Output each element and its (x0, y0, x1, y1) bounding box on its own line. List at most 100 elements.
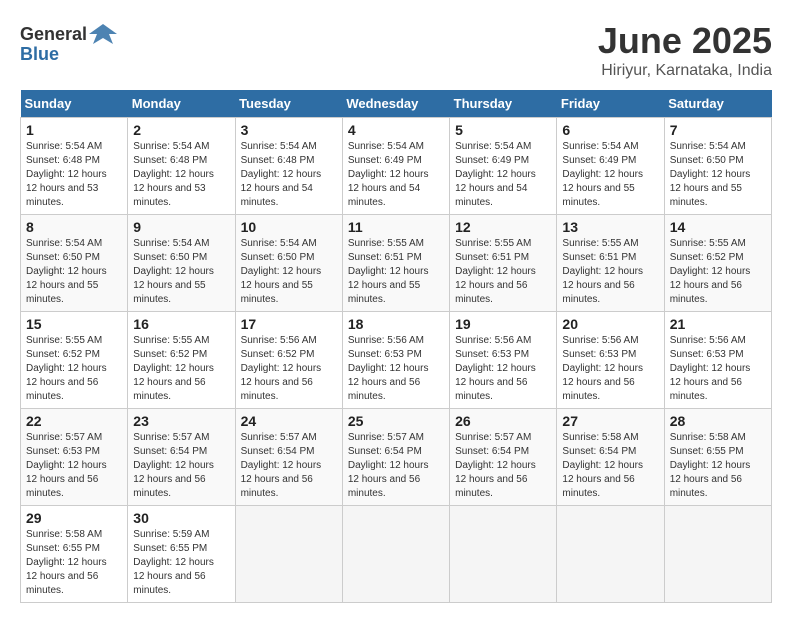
calendar-week-row: 1 Sunrise: 5:54 AMSunset: 6:48 PMDayligh… (21, 118, 772, 215)
calendar-cell: 16 Sunrise: 5:55 AMSunset: 6:52 PMDaylig… (128, 312, 235, 409)
day-number: 5 (455, 122, 551, 138)
day-info: Sunrise: 5:58 AMSunset: 6:54 PMDaylight:… (562, 432, 643, 499)
day-info: Sunrise: 5:58 AMSunset: 6:55 PMDaylight:… (670, 432, 751, 499)
day-info: Sunrise: 5:58 AMSunset: 6:55 PMDaylight:… (26, 529, 107, 596)
day-number: 21 (670, 316, 766, 332)
calendar-cell (450, 506, 557, 603)
calendar-week-row: 22 Sunrise: 5:57 AMSunset: 6:53 PMDaylig… (21, 409, 772, 506)
day-info: Sunrise: 5:54 AMSunset: 6:48 PMDaylight:… (133, 141, 214, 208)
month-year-title: June 2025 (598, 20, 772, 62)
day-info: Sunrise: 5:55 AMSunset: 6:51 PMDaylight:… (348, 238, 429, 305)
logo: General Blue (20, 20, 117, 65)
header-monday: Monday (128, 90, 235, 118)
calendar-cell: 15 Sunrise: 5:55 AMSunset: 6:52 PMDaylig… (21, 312, 128, 409)
calendar-cell: 23 Sunrise: 5:57 AMSunset: 6:54 PMDaylig… (128, 409, 235, 506)
calendar-cell: 25 Sunrise: 5:57 AMSunset: 6:54 PMDaylig… (342, 409, 449, 506)
calendar-cell: 19 Sunrise: 5:56 AMSunset: 6:53 PMDaylig… (450, 312, 557, 409)
calendar-cell (235, 506, 342, 603)
day-number: 14 (670, 219, 766, 235)
day-info: Sunrise: 5:54 AMSunset: 6:48 PMDaylight:… (26, 141, 107, 208)
calendar-title-area: June 2025 Hiriyur, Karnataka, India (598, 20, 772, 80)
day-info: Sunrise: 5:55 AMSunset: 6:51 PMDaylight:… (562, 238, 643, 305)
day-number: 17 (241, 316, 337, 332)
calendar-cell: 20 Sunrise: 5:56 AMSunset: 6:53 PMDaylig… (557, 312, 664, 409)
calendar-cell: 30 Sunrise: 5:59 AMSunset: 6:55 PMDaylig… (128, 506, 235, 603)
day-number: 28 (670, 413, 766, 429)
calendar-cell: 21 Sunrise: 5:56 AMSunset: 6:53 PMDaylig… (664, 312, 771, 409)
calendar-cell (342, 506, 449, 603)
calendar-cell: 29 Sunrise: 5:58 AMSunset: 6:55 PMDaylig… (21, 506, 128, 603)
calendar-cell (664, 506, 771, 603)
day-number: 19 (455, 316, 551, 332)
day-info: Sunrise: 5:54 AMSunset: 6:50 PMDaylight:… (241, 238, 322, 305)
day-number: 24 (241, 413, 337, 429)
day-info: Sunrise: 5:55 AMSunset: 6:52 PMDaylight:… (26, 335, 107, 402)
day-number: 23 (133, 413, 229, 429)
day-number: 7 (670, 122, 766, 138)
day-number: 8 (26, 219, 122, 235)
day-info: Sunrise: 5:54 AMSunset: 6:50 PMDaylight:… (133, 238, 214, 305)
day-number: 27 (562, 413, 658, 429)
day-number: 10 (241, 219, 337, 235)
header-wednesday: Wednesday (342, 90, 449, 118)
day-info: Sunrise: 5:54 AMSunset: 6:50 PMDaylight:… (26, 238, 107, 305)
calendar-cell: 3 Sunrise: 5:54 AMSunset: 6:48 PMDayligh… (235, 118, 342, 215)
calendar-table: Sunday Monday Tuesday Wednesday Thursday… (20, 90, 772, 603)
day-info: Sunrise: 5:54 AMSunset: 6:49 PMDaylight:… (348, 141, 429, 208)
calendar-cell: 4 Sunrise: 5:54 AMSunset: 6:49 PMDayligh… (342, 118, 449, 215)
calendar-cell: 18 Sunrise: 5:56 AMSunset: 6:53 PMDaylig… (342, 312, 449, 409)
day-info: Sunrise: 5:59 AMSunset: 6:55 PMDaylight:… (133, 529, 214, 596)
day-number: 12 (455, 219, 551, 235)
day-info: Sunrise: 5:56 AMSunset: 6:53 PMDaylight:… (455, 335, 536, 402)
calendar-cell: 17 Sunrise: 5:56 AMSunset: 6:52 PMDaylig… (235, 312, 342, 409)
calendar-cell: 13 Sunrise: 5:55 AMSunset: 6:51 PMDaylig… (557, 215, 664, 312)
day-number: 13 (562, 219, 658, 235)
day-info: Sunrise: 5:55 AMSunset: 6:51 PMDaylight:… (455, 238, 536, 305)
calendar-week-row: 8 Sunrise: 5:54 AMSunset: 6:50 PMDayligh… (21, 215, 772, 312)
day-info: Sunrise: 5:54 AMSunset: 6:49 PMDaylight:… (562, 141, 643, 208)
day-number: 20 (562, 316, 658, 332)
day-number: 2 (133, 122, 229, 138)
header-saturday: Saturday (664, 90, 771, 118)
calendar-cell: 22 Sunrise: 5:57 AMSunset: 6:53 PMDaylig… (21, 409, 128, 506)
calendar-cell: 6 Sunrise: 5:54 AMSunset: 6:49 PMDayligh… (557, 118, 664, 215)
day-number: 4 (348, 122, 444, 138)
calendar-cell: 9 Sunrise: 5:54 AMSunset: 6:50 PMDayligh… (128, 215, 235, 312)
header-tuesday: Tuesday (235, 90, 342, 118)
day-info: Sunrise: 5:55 AMSunset: 6:52 PMDaylight:… (670, 238, 751, 305)
calendar-cell: 1 Sunrise: 5:54 AMSunset: 6:48 PMDayligh… (21, 118, 128, 215)
day-number: 11 (348, 219, 444, 235)
calendar-cell: 7 Sunrise: 5:54 AMSunset: 6:50 PMDayligh… (664, 118, 771, 215)
day-info: Sunrise: 5:56 AMSunset: 6:53 PMDaylight:… (562, 335, 643, 402)
day-info: Sunrise: 5:57 AMSunset: 6:54 PMDaylight:… (241, 432, 322, 499)
logo-bird-icon (89, 20, 117, 48)
logo-blue-text: Blue (20, 44, 59, 65)
day-number: 30 (133, 510, 229, 526)
day-number: 22 (26, 413, 122, 429)
header-thursday: Thursday (450, 90, 557, 118)
calendar-cell: 10 Sunrise: 5:54 AMSunset: 6:50 PMDaylig… (235, 215, 342, 312)
day-info: Sunrise: 5:56 AMSunset: 6:53 PMDaylight:… (348, 335, 429, 402)
page-header: General Blue June 2025 Hiriyur, Karnatak… (20, 20, 772, 80)
weekday-header-row: Sunday Monday Tuesday Wednesday Thursday… (21, 90, 772, 118)
calendar-cell: 8 Sunrise: 5:54 AMSunset: 6:50 PMDayligh… (21, 215, 128, 312)
calendar-cell: 28 Sunrise: 5:58 AMSunset: 6:55 PMDaylig… (664, 409, 771, 506)
day-info: Sunrise: 5:57 AMSunset: 6:54 PMDaylight:… (455, 432, 536, 499)
calendar-cell: 2 Sunrise: 5:54 AMSunset: 6:48 PMDayligh… (128, 118, 235, 215)
day-number: 25 (348, 413, 444, 429)
calendar-cell: 14 Sunrise: 5:55 AMSunset: 6:52 PMDaylig… (664, 215, 771, 312)
day-info: Sunrise: 5:57 AMSunset: 6:54 PMDaylight:… (133, 432, 214, 499)
day-info: Sunrise: 5:56 AMSunset: 6:52 PMDaylight:… (241, 335, 322, 402)
day-number: 9 (133, 219, 229, 235)
calendar-cell: 24 Sunrise: 5:57 AMSunset: 6:54 PMDaylig… (235, 409, 342, 506)
day-number: 18 (348, 316, 444, 332)
calendar-cell: 12 Sunrise: 5:55 AMSunset: 6:51 PMDaylig… (450, 215, 557, 312)
location-subtitle: Hiriyur, Karnataka, India (598, 62, 772, 80)
calendar-cell (557, 506, 664, 603)
day-info: Sunrise: 5:55 AMSunset: 6:52 PMDaylight:… (133, 335, 214, 402)
day-number: 26 (455, 413, 551, 429)
day-info: Sunrise: 5:54 AMSunset: 6:48 PMDaylight:… (241, 141, 322, 208)
calendar-cell: 27 Sunrise: 5:58 AMSunset: 6:54 PMDaylig… (557, 409, 664, 506)
calendar-cell: 11 Sunrise: 5:55 AMSunset: 6:51 PMDaylig… (342, 215, 449, 312)
day-info: Sunrise: 5:57 AMSunset: 6:53 PMDaylight:… (26, 432, 107, 499)
